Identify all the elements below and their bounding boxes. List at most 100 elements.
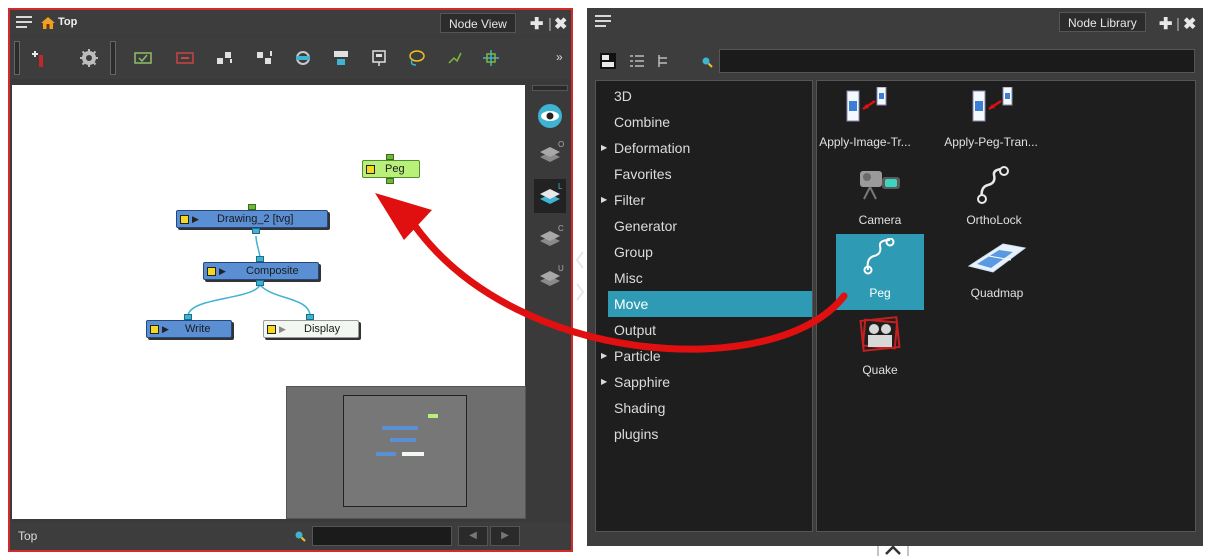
category-group[interactable]: Group: [596, 239, 812, 265]
camera-icon: [860, 171, 900, 200]
apply-peg-transform-node[interactable]: Apply-Peg-Tran...: [944, 83, 1038, 159]
toolbar-separator: [110, 41, 116, 75]
input-port[interactable]: [184, 314, 192, 320]
navigator-viewport[interactable]: [343, 395, 467, 507]
category-plugins[interactable]: plugins: [596, 421, 812, 447]
panel-collapse-handle[interactable]: [575, 248, 585, 308]
library-search-input[interactable]: [719, 49, 1195, 73]
toolbar-handle[interactable]: [14, 41, 20, 75]
side-letter: U: [558, 264, 564, 273]
menu-icon[interactable]: [595, 15, 611, 29]
expand-icon[interactable]: ▶: [601, 135, 607, 161]
input-port[interactable]: [386, 154, 394, 160]
separator: |: [1176, 15, 1180, 31]
disable-icon[interactable]: [176, 49, 194, 67]
add-node-icon[interactable]: [30, 49, 48, 67]
node-label: Display: [304, 323, 341, 335]
layers-u-icon[interactable]: U: [534, 261, 566, 295]
expand-icon[interactable]: ▶: [601, 369, 607, 395]
expand-icon[interactable]: ▶: [601, 343, 607, 369]
output-port[interactable]: [256, 280, 264, 286]
node-label: Peg: [385, 163, 405, 175]
navigator-thumbnail[interactable]: [286, 386, 526, 519]
node-search-input[interactable]: [312, 526, 452, 546]
close-icon[interactable]: ✖: [1183, 14, 1196, 34]
enable-icon[interactable]: [134, 49, 152, 67]
category-shading[interactable]: Shading: [596, 395, 812, 421]
category-sapphire[interactable]: ▶ Sapphire: [596, 369, 812, 395]
output-port[interactable]: [252, 228, 260, 234]
play-icon: ▶: [279, 324, 286, 334]
input-port[interactable]: [256, 256, 264, 262]
node-library-titlebar: Node Library ✚ | ✖: [587, 8, 1203, 36]
panel-expand-handle[interactable]: [876, 544, 910, 556]
apply-peg-transform-icon: [972, 87, 1013, 122]
lasso-icon[interactable]: [408, 49, 426, 67]
layers-o-icon[interactable]: O: [534, 137, 566, 171]
category-move[interactable]: Move: [608, 291, 812, 317]
split-view-icon[interactable]: [599, 52, 617, 70]
category-misc[interactable]: Misc: [596, 265, 812, 291]
navigate-icon[interactable]: [294, 49, 312, 67]
select-icon[interactable]: [446, 49, 464, 67]
drawing-node[interactable]: ▶ Drawing_2 [tvg]: [176, 210, 328, 228]
next-button[interactable]: ▶: [490, 526, 520, 546]
composite-node[interactable]: ▶ Composite: [203, 262, 319, 280]
cascade-up-icon[interactable]: [216, 49, 234, 67]
node-enable-toggle[interactable]: [150, 325, 159, 334]
node-view-statusbar: Top ◀ ▶: [10, 522, 571, 550]
category-3d[interactable]: 3D: [596, 83, 812, 109]
category-favorites[interactable]: Favorites: [596, 161, 812, 187]
group-icon[interactable]: [332, 49, 350, 67]
network-icon[interactable]: [482, 49, 500, 67]
tab-node-library[interactable]: Node Library: [1059, 12, 1146, 32]
breadcrumb[interactable]: Top: [58, 16, 77, 28]
output-port[interactable]: [386, 178, 394, 184]
quadmap-node[interactable]: Quadmap: [953, 234, 1041, 310]
ortholock-node[interactable]: OrthoLock: [950, 161, 1038, 237]
node-enable-toggle[interactable]: [207, 267, 216, 276]
cascade-down-icon[interactable]: [256, 49, 274, 67]
category-particle[interactable]: ▶ Particle: [596, 343, 812, 369]
display-node[interactable]: ▶ Display: [263, 320, 359, 338]
write-node[interactable]: ▶ Write: [146, 320, 232, 338]
input-port[interactable]: [248, 204, 256, 210]
node-enable-toggle[interactable]: [267, 325, 276, 334]
display-icon[interactable]: [370, 49, 388, 67]
category-combine[interactable]: Combine: [596, 109, 812, 135]
node-enable-toggle[interactable]: [366, 165, 375, 174]
tab-node-view[interactable]: Node View: [440, 13, 516, 33]
mini-node: [382, 426, 418, 430]
camera-node[interactable]: Camera: [836, 161, 924, 237]
add-view-icon[interactable]: ✚: [530, 14, 543, 34]
search-icon: [295, 531, 306, 542]
menu-icon[interactable]: [16, 16, 32, 30]
more-icon[interactable]: »: [556, 50, 563, 64]
category-deformation[interactable]: ▶ Deformation: [596, 135, 812, 161]
category-output[interactable]: Output: [596, 317, 812, 343]
list-view-icon[interactable]: [629, 54, 645, 68]
peg-library-node[interactable]: Peg: [836, 234, 924, 310]
node-canvas[interactable]: Peg ▶ Drawing_2 [tvg] ▶ Composite ▶ Writ…: [12, 85, 526, 519]
expand-icon[interactable]: ▶: [601, 187, 607, 213]
quake-node[interactable]: Quake: [836, 311, 924, 387]
gear-icon[interactable]: [80, 49, 98, 67]
layers-l-icon[interactable]: L: [534, 179, 566, 213]
quadmap-icon: [967, 243, 1027, 273]
previous-button[interactable]: ◀: [458, 526, 488, 546]
close-icon[interactable]: ✖: [554, 14, 567, 34]
peg-node[interactable]: Peg: [362, 160, 420, 178]
apply-image-transform-node[interactable]: Apply-Image-Tr...: [819, 83, 911, 159]
input-port[interactable]: [306, 314, 314, 320]
peg-icon: [863, 238, 895, 275]
eye-icon[interactable]: [534, 99, 566, 133]
layers-c-icon[interactable]: C: [534, 221, 566, 255]
add-view-icon[interactable]: ✚: [1159, 14, 1172, 34]
toolbar-handle[interactable]: [532, 85, 568, 91]
tree-view-icon[interactable]: [655, 53, 671, 69]
side-letter: C: [558, 224, 564, 233]
category-generator[interactable]: Generator: [596, 213, 812, 239]
node-enable-toggle[interactable]: [180, 215, 189, 224]
category-filter[interactable]: ▶ Filter: [596, 187, 812, 213]
home-icon[interactable]: [40, 16, 56, 30]
